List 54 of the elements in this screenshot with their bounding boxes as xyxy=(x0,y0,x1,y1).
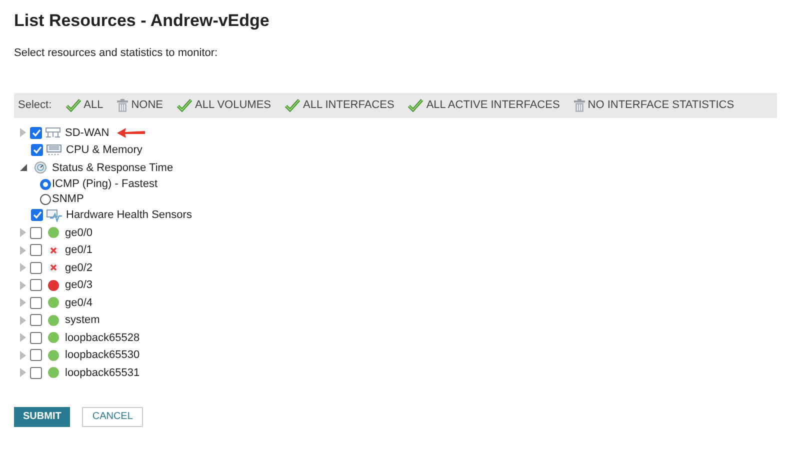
submit-button[interactable]: SUBMIT xyxy=(14,406,70,426)
tree-item-label[interactable]: loopback65531 xyxy=(65,364,140,381)
tree-item-label[interactable]: ge0/2 xyxy=(65,260,93,276)
page-title: List Resources - Andrew-vEdge xyxy=(14,10,270,32)
heartbeat-icon xyxy=(46,208,62,222)
select-action[interactable]: ALL INTERFACES xyxy=(285,97,394,114)
memory-chip-icon xyxy=(46,144,62,156)
checkbox[interactable] xyxy=(30,349,42,362)
checkbox[interactable] xyxy=(30,262,42,274)
checkbox[interactable] xyxy=(30,366,42,379)
tree-item-label[interactable]: system xyxy=(65,312,100,328)
select-action[interactable]: ALL xyxy=(66,97,104,114)
trash-icon xyxy=(574,99,585,112)
checkbox[interactable] xyxy=(31,144,43,156)
network-icon xyxy=(45,126,61,139)
tree-item-label[interactable]: SD-WAN xyxy=(65,124,110,141)
checkmark-icon xyxy=(285,99,300,112)
tree-item-label[interactable]: Status & Response Time xyxy=(52,160,174,176)
select-action[interactable]: ALL ACTIVE INTERFACES xyxy=(408,97,560,114)
instructions-text: Select resources and statistics to monitor: xyxy=(14,46,219,60)
radio-label[interactable]: SNMP xyxy=(52,190,84,208)
checkbox[interactable] xyxy=(30,314,42,326)
checkmark-icon xyxy=(408,99,424,112)
pointer-arrow-icon xyxy=(117,128,146,138)
cancel-button[interactable]: CANCEL xyxy=(82,406,143,426)
cross-icon xyxy=(48,262,58,274)
collapse-triangle-icon[interactable] xyxy=(20,164,27,172)
tree-item-label[interactable]: ge0/1 xyxy=(65,242,93,258)
tree-item-label[interactable]: Hardware Health Sensors xyxy=(66,207,192,224)
checkbox[interactable] xyxy=(30,244,42,256)
status-gauge-icon xyxy=(34,161,46,174)
select-action[interactable]: NONE xyxy=(117,97,163,114)
tree-item-label[interactable]: CPU & Memory xyxy=(66,142,142,158)
trash-icon xyxy=(117,99,128,112)
checkbox[interactable] xyxy=(31,209,43,222)
tree-item-label[interactable]: ge0/3 xyxy=(65,277,93,294)
select-action[interactable]: NO INTERFACE STATISTICS xyxy=(574,97,734,114)
checkmark-icon xyxy=(66,99,81,112)
checkmark-icon xyxy=(177,99,192,112)
radio-button[interactable] xyxy=(40,178,51,190)
checkbox[interactable] xyxy=(30,126,42,139)
tree-item-label[interactable]: loopback65528 xyxy=(65,330,140,346)
checkbox[interactable] xyxy=(30,332,42,344)
cross-icon xyxy=(48,244,58,256)
tree-item-label[interactable]: ge0/0 xyxy=(65,224,93,241)
tree-item-label[interactable]: loopback65530 xyxy=(65,347,140,364)
select-action[interactable]: ALL VOLUMES xyxy=(177,97,272,114)
checkbox[interactable] xyxy=(30,226,42,239)
checkbox[interactable] xyxy=(30,296,42,309)
select-label: Select: xyxy=(18,98,52,114)
radio-label[interactable]: ICMP (Ping) - Fastest xyxy=(52,176,158,192)
checkbox[interactable] xyxy=(30,279,42,292)
tree-item-label[interactable]: ge0/4 xyxy=(65,294,93,311)
radio-button[interactable] xyxy=(40,194,51,204)
